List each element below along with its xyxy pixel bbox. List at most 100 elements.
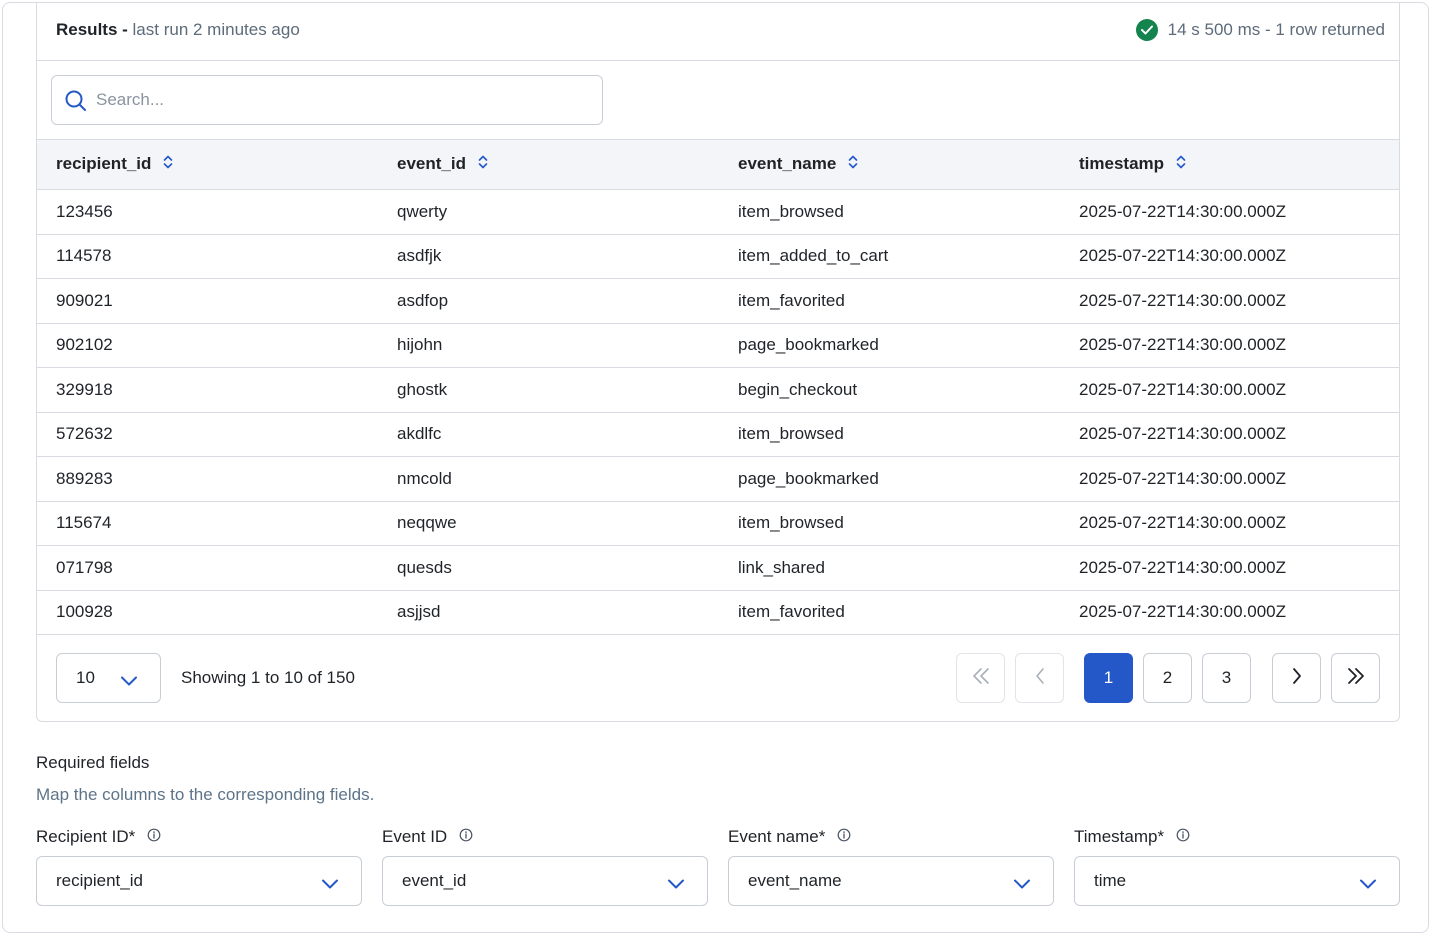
table-row: 115674 neqqwe item_browsed 2025-07-22T14… — [37, 501, 1399, 546]
timestamp-select[interactable]: time — [1074, 856, 1400, 906]
page-container: Results - last run 2 minutes ago 14 s 50… — [2, 2, 1429, 933]
required-mark: * — [1157, 827, 1165, 846]
field-label-event-id: Event ID — [382, 827, 473, 847]
sort-icon[interactable] — [163, 154, 173, 175]
cell-event-id: ghostk — [378, 367, 719, 413]
last-run-text: last run 2 minutes ago — [132, 20, 300, 39]
select-value: time — [1094, 871, 1127, 890]
sort-icon[interactable] — [478, 154, 488, 175]
column-header-timestamp[interactable]: timestamp — [1060, 139, 1399, 190]
cell-event-name: item_browsed — [719, 189, 1060, 235]
column-header-label: timestamp — [1079, 153, 1165, 173]
cell-timestamp: 2025-07-22T14:30:00.000Z — [1060, 367, 1399, 413]
page-size-value: 10 — [76, 668, 95, 687]
chevron-down-icon — [321, 875, 339, 895]
search-icon — [64, 89, 88, 118]
table-row: 123456 qwerty item_browsed 2025-07-22T14… — [37, 189, 1399, 235]
results-header: Results - last run 2 minutes ago 14 s 50… — [37, 3, 1399, 61]
cell-recipient-id: 123456 — [37, 189, 378, 235]
column-header-recipient-id[interactable]: recipient_id — [37, 139, 378, 190]
required-mark: * — [128, 827, 136, 846]
cell-event-id: neqqwe — [378, 501, 719, 546]
cell-event-name: item_favorited — [719, 590, 1060, 635]
table-row: 889283 nmcold page_bookmarked 2025-07-22… — [37, 456, 1399, 502]
cell-event-id: asdfjk — [378, 234, 719, 279]
page-button-3[interactable]: 3 — [1202, 653, 1251, 703]
cell-event-name: page_bookmarked — [719, 323, 1060, 368]
info-icon[interactable] — [147, 827, 161, 847]
event-id-select[interactable]: event_id — [382, 856, 708, 906]
chevron-right-icon — [1291, 667, 1303, 690]
sort-icon[interactable] — [1176, 154, 1186, 175]
cell-event-id: asjjsd — [378, 590, 719, 635]
cell-timestamp: 2025-07-22T14:30:00.000Z — [1060, 323, 1399, 368]
field-label-recipient-id: Recipient ID * — [36, 827, 161, 847]
cell-event-name: begin_checkout — [719, 367, 1060, 413]
search-box — [51, 75, 603, 125]
sort-icon[interactable] — [848, 154, 858, 175]
page-size-select[interactable]: 10 — [56, 653, 161, 703]
select-value: event_id — [402, 871, 467, 890]
cell-event-name: item_browsed — [719, 501, 1060, 546]
cell-recipient-id: 114578 — [37, 234, 378, 279]
results-separator: - — [117, 20, 133, 39]
recipient-id-select[interactable]: recipient_id — [36, 856, 362, 906]
first-page-button[interactable] — [956, 653, 1005, 703]
run-status: 14 s 500 ms - 1 row returned — [1135, 19, 1385, 41]
page-button-2[interactable]: 2 — [1143, 653, 1192, 703]
double-chevron-right-icon — [1346, 667, 1366, 690]
column-header-label: event_name — [738, 153, 837, 173]
cell-event-id: quesds — [378, 545, 719, 591]
table-row: 114578 asdfjk item_added_to_cart 2025-07… — [37, 234, 1399, 279]
run-status-text: 14 s 500 ms - 1 row returned — [1167, 20, 1385, 39]
field-label-text: Recipient ID — [36, 827, 129, 846]
column-header-label: recipient_id — [56, 153, 152, 173]
results-title: Results - last run 2 minutes ago — [56, 20, 300, 40]
field-label-timestamp: Timestamp * — [1074, 827, 1190, 847]
cell-event-name: page_bookmarked — [719, 456, 1060, 502]
table-header-row: recipient_id event_id event_name timesta… — [37, 139, 1399, 190]
cell-recipient-id: 902102 — [37, 323, 378, 368]
check-circle-icon — [1135, 19, 1158, 41]
table-row: 071798 quesds link_shared 2025-07-22T14:… — [37, 545, 1399, 591]
search-input[interactable] — [96, 90, 586, 110]
double-chevron-left-icon — [971, 667, 991, 690]
info-icon[interactable] — [837, 827, 851, 847]
select-value: recipient_id — [56, 871, 143, 890]
results-table: recipient_id event_id event_name timesta… — [37, 139, 1399, 635]
select-value: event_name — [748, 871, 842, 890]
table-row: 100928 asjjsd item_favorited 2025-07-22T… — [37, 590, 1399, 635]
results-label: Results — [56, 20, 118, 39]
next-page-button[interactable] — [1272, 653, 1321, 703]
cell-recipient-id: 071798 — [37, 545, 378, 591]
event-name-select[interactable]: event_name — [728, 856, 1054, 906]
chevron-down-icon — [667, 875, 685, 895]
table-row: 572632 akdlfc item_browsed 2025-07-22T14… — [37, 412, 1399, 457]
column-header-event-id[interactable]: event_id — [378, 139, 719, 190]
previous-page-button[interactable] — [1015, 653, 1064, 703]
cell-timestamp: 2025-07-22T14:30:00.000Z — [1060, 545, 1399, 591]
cell-event-name: item_browsed — [719, 412, 1060, 457]
cell-event-id: akdlfc — [378, 412, 719, 457]
last-page-button[interactable] — [1331, 653, 1380, 703]
cell-timestamp: 2025-07-22T14:30:00.000Z — [1060, 189, 1399, 235]
column-header-event-name[interactable]: event_name — [719, 139, 1060, 190]
required-mark: * — [818, 827, 826, 846]
cell-event-id: qwerty — [378, 189, 719, 235]
field-label-text: Timestamp — [1074, 827, 1158, 846]
cell-recipient-id: 115674 — [37, 501, 378, 546]
chevron-left-icon — [1034, 667, 1046, 690]
chevron-down-icon — [1359, 875, 1377, 895]
results-panel: Results - last run 2 minutes ago 14 s 50… — [36, 3, 1400, 722]
chevron-down-icon — [120, 672, 138, 692]
info-icon[interactable] — [459, 827, 473, 847]
page-button-1[interactable]: 1 — [1084, 653, 1133, 703]
chevron-down-icon — [1013, 875, 1031, 895]
column-header-label: event_id — [397, 153, 466, 173]
cell-event-name: item_favorited — [719, 278, 1060, 324]
cell-event-id: hijohn — [378, 323, 719, 368]
info-icon[interactable] — [1176, 827, 1190, 847]
cell-timestamp: 2025-07-22T14:30:00.000Z — [1060, 456, 1399, 502]
cell-timestamp: 2025-07-22T14:30:00.000Z — [1060, 234, 1399, 279]
cell-timestamp: 2025-07-22T14:30:00.000Z — [1060, 501, 1399, 546]
